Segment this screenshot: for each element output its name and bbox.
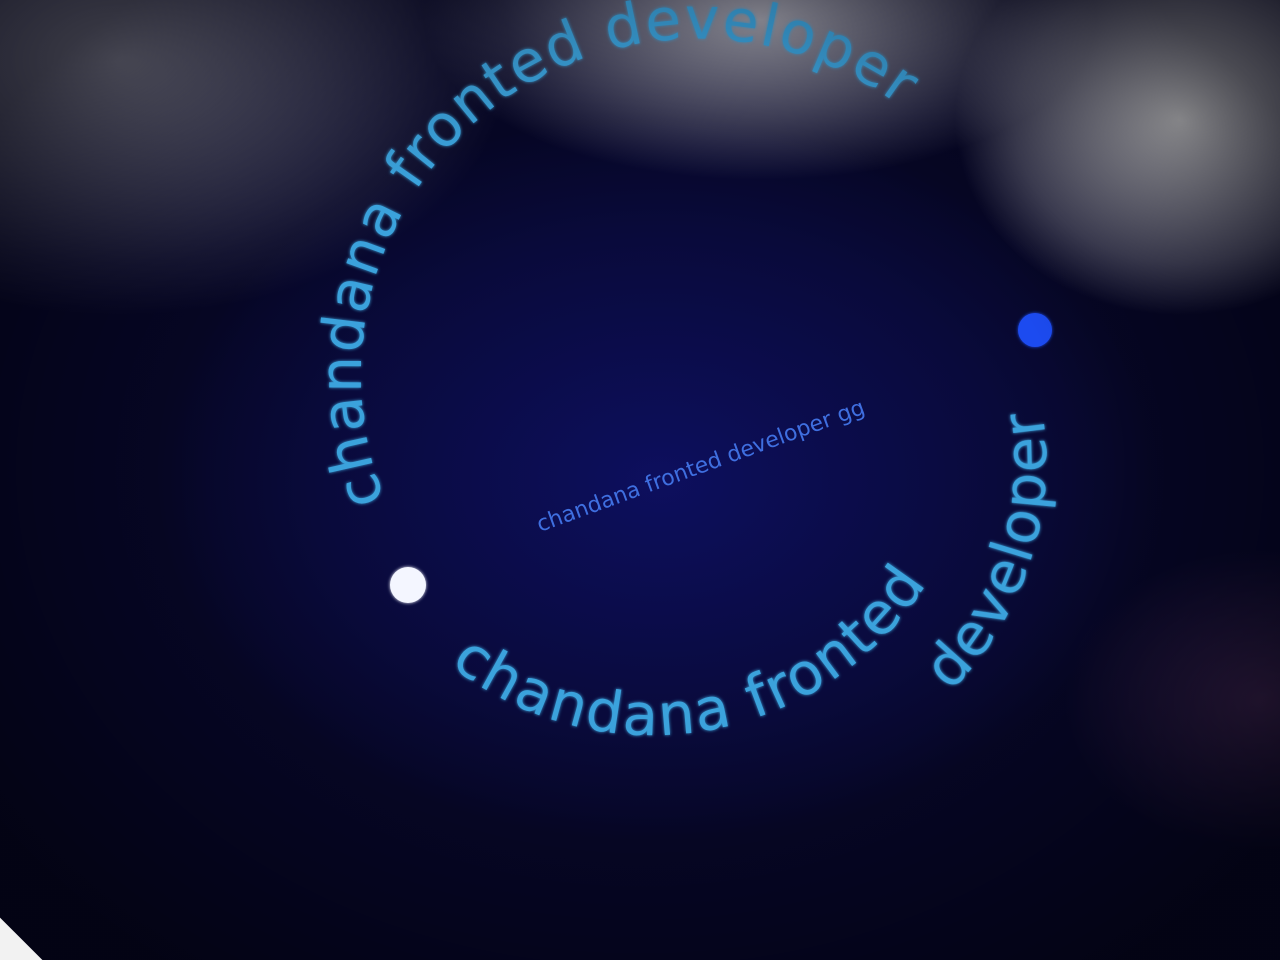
ring-text-top-path: chandana fronted developer [307, 0, 931, 518]
right-dot [1018, 313, 1052, 347]
center-caption: chandana fronted developer gg [534, 395, 869, 537]
ring-text-right-path: developer [902, 407, 1069, 703]
ring-text-top: chandana fronted developer [307, 0, 933, 518]
left-dot [390, 567, 426, 603]
photo-scene: chandana fronted developer chandana fron… [0, 0, 1280, 960]
circular-text-badge: chandana fronted developer chandana fron… [0, 0, 1069, 750]
ring-text-right: developer [902, 407, 1069, 703]
